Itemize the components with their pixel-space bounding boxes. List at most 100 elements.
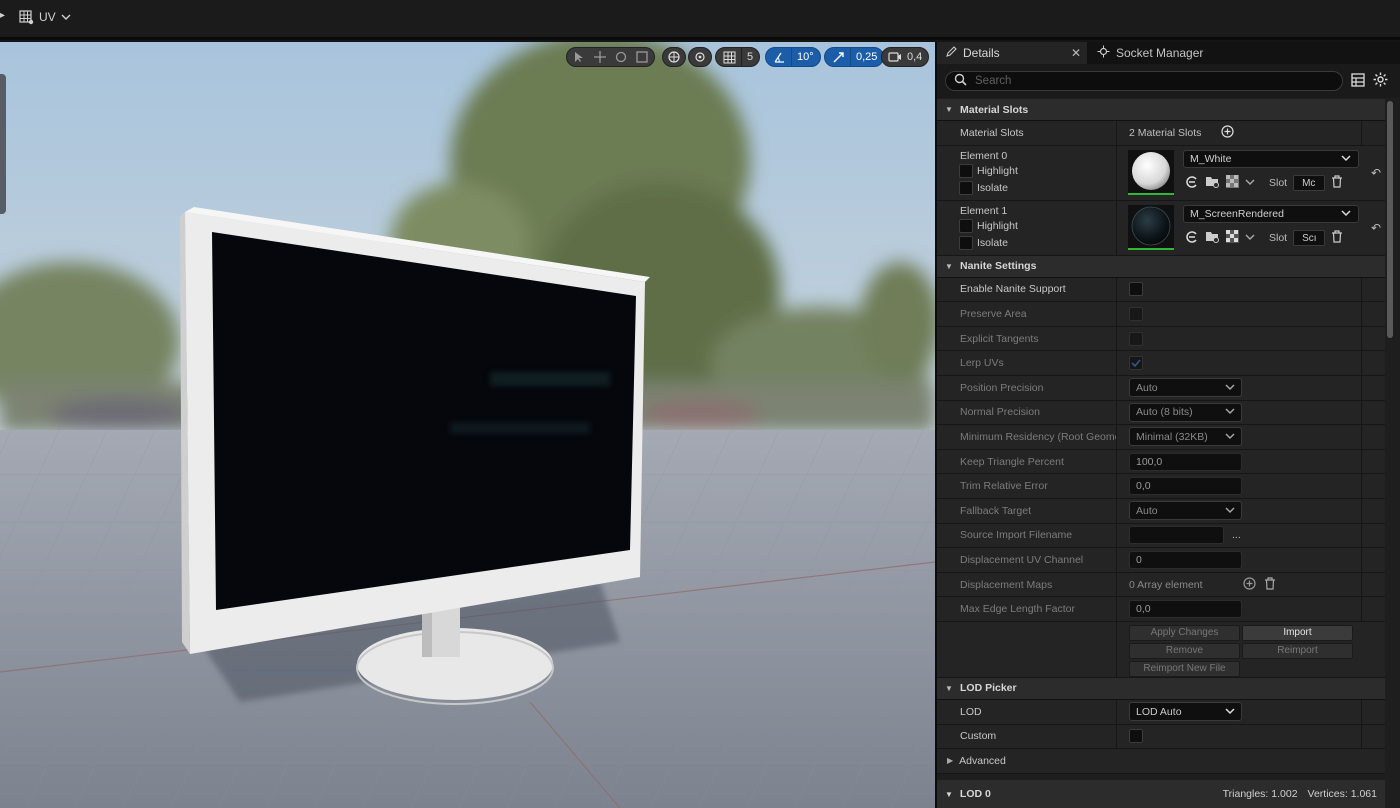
scale-snap-icon — [831, 50, 845, 64]
trash-icon[interactable] — [1331, 230, 1343, 246]
chevron-down-icon — [1225, 505, 1235, 517]
import-button[interactable]: Import — [1242, 624, 1353, 641]
scale-snap[interactable]: 0,25 — [824, 46, 885, 68]
chevron-left-icon[interactable]: ▸ — [0, 10, 5, 21]
rotate-tool-icon[interactable] — [614, 50, 628, 64]
viewport-scene — [0, 42, 935, 808]
nanite-buttons-row: Apply Changes Import Remove Reimport Rei… — [937, 621, 1385, 678]
section-material-slots[interactable]: ▼ Material Slots — [937, 99, 1385, 121]
advanced-row[interactable]: ▶ Advanced — [937, 749, 1385, 774]
position-precision-dropdown[interactable]: Auto — [1129, 378, 1242, 398]
apply-changes-button[interactable]: Apply Changes — [1129, 624, 1240, 641]
close-icon[interactable]: ✕ — [1071, 46, 1081, 60]
source-import-row: Source Import Filename ... — [937, 523, 1385, 549]
displacement-uv-field[interactable]: 0 — [1129, 550, 1242, 569]
material-element-1: Element 1 Highlight Isolate M_ScreenRend… — [937, 200, 1385, 256]
browse-folder-icon[interactable] — [1205, 230, 1220, 246]
table-view-icon[interactable] — [1351, 72, 1365, 90]
scrollbar-thumb[interactable] — [1387, 101, 1393, 338]
displacement-uv-row: Displacement UV Channel 0 — [937, 548, 1385, 573]
section-title: Nanite Settings — [960, 260, 1037, 273]
lod-dropdown[interactable]: LOD Auto — [1129, 702, 1242, 722]
highlight-checkbox[interactable] — [959, 219, 973, 234]
fallback-target-dropdown[interactable]: Auto — [1129, 501, 1242, 521]
enable-nanite-checkbox[interactable] — [1129, 282, 1143, 297]
translate-tool-icon[interactable] — [593, 50, 607, 64]
world-space-icon[interactable] — [667, 50, 681, 64]
details-panel: Details ✕ Socket Manager ▼ Material Slot… — [935, 42, 1400, 808]
dropdown-value: LOD Auto — [1136, 705, 1182, 718]
property-label: Lerp UVs — [937, 351, 1117, 375]
property-label: Enable Nanite Support — [937, 277, 1117, 302]
search-row — [937, 64, 1400, 98]
isolate-checkbox[interactable] — [959, 181, 973, 196]
add-element-icon[interactable] — [1243, 576, 1256, 593]
material-dropdown[interactable]: M_ScreenRendered — [1183, 204, 1359, 223]
rotation-snap[interactable]: 10° — [765, 46, 821, 68]
reimport-new-file-button[interactable]: Reimport New File — [1129, 660, 1240, 677]
slot-name-field[interactable]: Scı — [1293, 230, 1326, 247]
reset-arrow-icon[interactable]: ↶ — [1371, 221, 1381, 235]
pencil-icon — [945, 45, 957, 61]
reimport-button[interactable]: Reimport — [1242, 642, 1353, 659]
browse-folder-icon[interactable] — [1205, 175, 1220, 191]
dropdown-value: Auto (8 bits) — [1136, 406, 1193, 419]
minimum-residency-dropdown[interactable]: Minimal (32KB) — [1129, 427, 1242, 447]
search-icon — [954, 73, 967, 89]
panel-scrollbar[interactable] — [1386, 99, 1394, 808]
select-tool-icon[interactable] — [572, 50, 586, 64]
section-lod-picker[interactable]: ▼ LOD Picker — [937, 677, 1385, 700]
keep-triangle-field[interactable]: 100,0 — [1129, 452, 1242, 471]
remove-button[interactable]: Remove — [1129, 642, 1240, 659]
collapse-triangle-icon: ▼ — [945, 683, 953, 693]
dropdown-value: Minimal (32KB) — [1136, 430, 1208, 443]
viewport[interactable]: 5 10° 0,25 0,4 — [0, 42, 935, 808]
more-options-button[interactable]: ... — [1232, 529, 1241, 541]
search-box[interactable] — [945, 71, 1343, 91]
material-dropdown[interactable]: M_White — [1183, 149, 1359, 168]
normal-precision-dropdown[interactable]: Auto (8 bits) — [1129, 402, 1242, 422]
material-thumbnail[interactable] — [1128, 149, 1174, 195]
tab-details[interactable]: Details ✕ — [937, 42, 1087, 64]
scale-tool-icon[interactable] — [635, 50, 649, 64]
trash-icon[interactable] — [1331, 175, 1343, 191]
add-slot-icon[interactable] — [1221, 125, 1234, 141]
material-thumbnail[interactable] — [1128, 204, 1174, 250]
custom-checkbox[interactable] — [1129, 729, 1143, 744]
trash-icon[interactable] — [1264, 576, 1276, 593]
grid-snap[interactable]: 5 — [715, 46, 761, 68]
use-selected-icon[interactable] — [1185, 175, 1199, 192]
checker-icon[interactable] — [1226, 175, 1239, 191]
surface-snap-icon[interactable] — [693, 50, 707, 64]
triangle-count: Triangles: 1.002 — [1222, 788, 1298, 800]
transform-tools — [566, 46, 655, 68]
section-lod0[interactable]: ▼ LOD 0 Triangles: 1.002 Vertices: 1.061 — [937, 780, 1385, 808]
isolate-checkbox[interactable] — [959, 236, 973, 251]
settings-gear-icon[interactable] — [1373, 72, 1388, 90]
search-input[interactable] — [975, 75, 1305, 87]
chevron-down-icon[interactable] — [1245, 177, 1255, 189]
lerp-uvs-checkbox[interactable] — [1129, 356, 1143, 371]
max-edge-field[interactable]: 0,0 — [1129, 600, 1242, 619]
reset-arrow-icon[interactable]: ↶ — [1371, 166, 1381, 180]
slot-name-field[interactable]: Mc — [1293, 175, 1326, 192]
socket-icon — [1097, 45, 1110, 61]
viewport-side-handle[interactable] — [0, 74, 6, 214]
checker-icon[interactable] — [1226, 230, 1239, 246]
slot-label: Slot — [1269, 177, 1288, 190]
section-title: LOD Picker — [960, 682, 1017, 695]
trim-error-field[interactable]: 0,0 — [1129, 477, 1242, 496]
source-import-field[interactable] — [1129, 526, 1224, 545]
use-selected-icon[interactable] — [1185, 230, 1199, 247]
chevron-down-icon — [1341, 153, 1351, 165]
view-mode-dropdown[interactable]: UV — [18, 9, 71, 25]
tab-socket-manager[interactable]: Socket Manager — [1087, 42, 1211, 64]
highlight-checkbox[interactable] — [959, 164, 973, 179]
section-nanite-settings[interactable]: ▼ Nanite Settings — [937, 255, 1385, 278]
preserve-area-checkbox[interactable] — [1129, 306, 1143, 321]
angle-snap-icon — [772, 50, 786, 64]
grid-snap-value: 5 — [747, 51, 754, 63]
explicit-tangents-checkbox[interactable] — [1129, 331, 1143, 346]
chevron-down-icon[interactable] — [1245, 232, 1255, 244]
camera-speed[interactable]: 0,4 — [881, 46, 930, 68]
